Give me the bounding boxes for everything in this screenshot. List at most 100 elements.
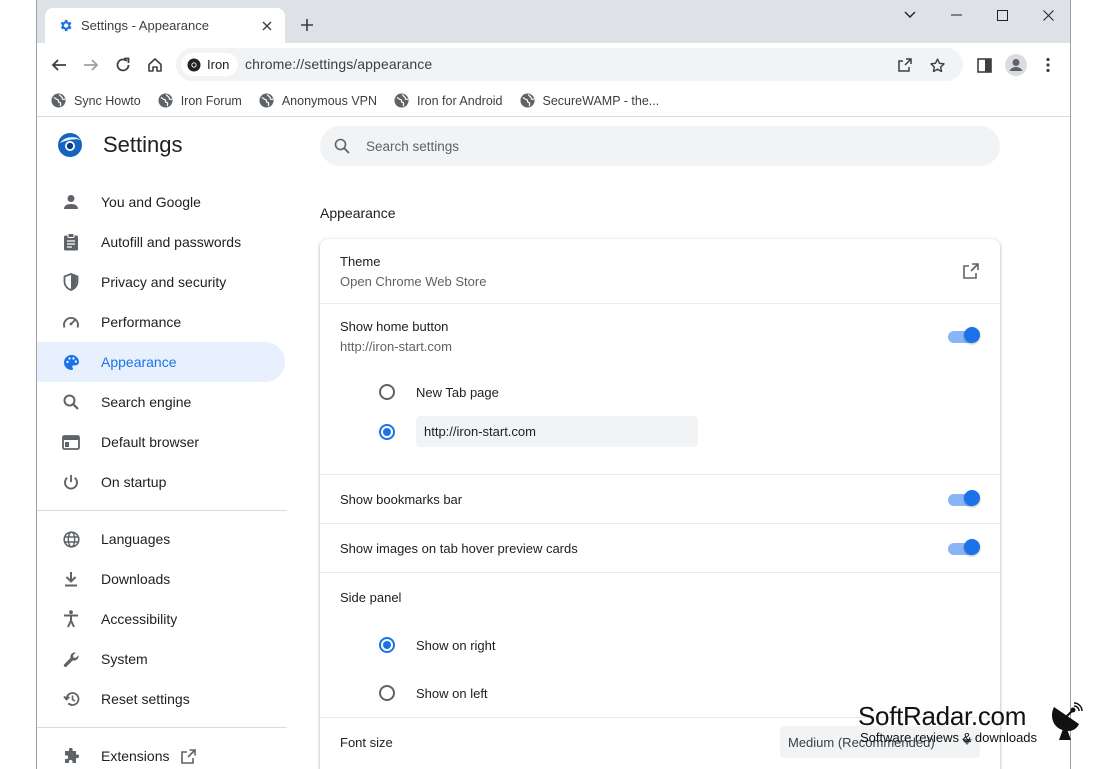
tab-strip: Settings - Appearance	[37, 0, 1070, 43]
bookmarks-bar-label: Show bookmarks bar	[340, 492, 463, 507]
sidebar-item-performance[interactable]: Performance	[37, 302, 285, 342]
sidebar-item-label: Search engine	[101, 394, 192, 410]
home-button-row: Show home button http://iron-start.com N…	[320, 304, 1000, 475]
show-on-left-radio[interactable]	[379, 685, 395, 701]
tab-settings[interactable]: Settings - Appearance	[45, 8, 285, 43]
settings-sidebar: You and Google Autofill and passwords Pr…	[37, 182, 287, 769]
hover-cards-row: Show images on tab hover preview cards	[320, 524, 1000, 573]
home-url-input[interactable]: http://iron-start.com	[416, 416, 698, 447]
new-tab-label: New Tab page	[416, 385, 499, 400]
sidebar-item-label: Privacy and security	[101, 274, 227, 290]
sidebar-item-label: On startup	[101, 474, 167, 490]
sidebar-item-label: Performance	[101, 314, 182, 330]
site-info-chip[interactable]: Iron	[181, 53, 239, 76]
bookmark-item[interactable]: Sync Howto	[51, 93, 141, 108]
home-button[interactable]	[142, 52, 168, 78]
watermark-brand: SoftRadar.com	[858, 701, 1027, 731]
sidebar-item-label: Autofill and passwords	[101, 234, 242, 250]
reset-icon	[61, 689, 81, 709]
sidebar-item-languages[interactable]: Languages	[37, 519, 285, 559]
appearance-card: Theme Open Chrome Web Store Show home bu…	[320, 239, 1000, 769]
sidebar-item-accessibility[interactable]: Accessibility	[37, 599, 285, 639]
bookmark-item[interactable]: Iron for Android	[394, 93, 503, 108]
bookmark-label: Iron for Android	[417, 93, 503, 108]
home-button-toggle[interactable]	[948, 327, 980, 344]
settings-header: Settings	[57, 132, 183, 158]
side-panel-icon[interactable]	[971, 52, 997, 78]
share-icon[interactable]	[894, 54, 916, 76]
forward-button[interactable]	[78, 52, 104, 78]
globe-icon	[61, 529, 81, 549]
maximize-button[interactable]	[979, 4, 1025, 26]
sidebar-item-label: Extensions	[101, 748, 170, 764]
globe-icon	[519, 93, 535, 108]
softradar-watermark: SoftRadar.com Software reviews & downloa…	[858, 701, 1098, 751]
browser-icon	[61, 432, 81, 452]
globe-icon	[158, 93, 173, 108]
search-icon	[61, 392, 81, 412]
bookmark-label: Iron Forum	[180, 93, 242, 108]
sidebar-item-on-startup[interactable]: On startup	[37, 462, 285, 502]
bookmarks-bar-toggle[interactable]	[948, 490, 980, 507]
person-icon	[61, 192, 81, 212]
sidebar-item-search-engine[interactable]: Search engine	[37, 382, 285, 422]
theme-row[interactable]: Theme Open Chrome Web Store	[320, 239, 1000, 304]
site-chip-label: Iron	[207, 57, 230, 72]
back-button[interactable]	[46, 52, 72, 78]
sidebar-item-reset[interactable]: Reset settings	[37, 679, 285, 719]
hover-cards-toggle[interactable]	[948, 539, 980, 556]
power-icon	[61, 472, 81, 492]
open-in-new-icon[interactable]	[963, 263, 979, 279]
open-in-new-icon	[181, 748, 197, 764]
url-text[interactable]: chrome://settings/appearance	[245, 56, 432, 72]
accessibility-icon	[61, 609, 81, 629]
home-button-subtitle: http://iron-start.com	[340, 339, 452, 354]
close-window-button[interactable]	[1025, 4, 1070, 26]
bookmark-item[interactable]: SecureWAMP - the...	[519, 93, 659, 108]
new-tab-button[interactable]	[295, 13, 319, 37]
search-input[interactable]	[366, 138, 766, 154]
sidebar-item-you-and-google[interactable]: You and Google	[37, 182, 285, 222]
theme-subtitle: Open Chrome Web Store	[340, 274, 487, 289]
bookmark-star-icon[interactable]	[926, 54, 948, 76]
iron-logo-icon	[58, 133, 82, 157]
font-size-label: Font size	[340, 735, 393, 750]
sidebar-divider	[37, 510, 287, 511]
more-menu-icon[interactable]	[1035, 52, 1061, 78]
satellite-dish-icon	[1052, 702, 1083, 740]
settings-search-box[interactable]	[320, 126, 1000, 166]
profile-avatar[interactable]	[1003, 52, 1029, 78]
sidebar-item-system[interactable]: System	[37, 639, 285, 679]
sidebar-item-extensions[interactable]: Extensions	[37, 736, 285, 769]
new-tab-radio[interactable]	[379, 384, 395, 400]
close-tab-icon[interactable]	[259, 18, 275, 34]
speedometer-icon	[61, 312, 81, 332]
wrench-icon	[61, 649, 81, 669]
toggle-knob	[964, 490, 980, 506]
search-icon	[334, 138, 350, 154]
sidebar-item-privacy[interactable]: Privacy and security	[37, 262, 285, 302]
tab-search-chevron-icon[interactable]	[887, 4, 933, 26]
theme-label: Theme	[340, 254, 381, 269]
sidebar-item-default-browser[interactable]: Default browser	[37, 422, 285, 462]
toggle-knob	[964, 539, 980, 555]
sidebar-item-label: Accessibility	[101, 611, 178, 627]
sidebar-item-label: System	[101, 651, 148, 667]
reload-button[interactable]	[110, 52, 136, 78]
minimize-button[interactable]	[933, 4, 979, 26]
watermark-tagline: Software reviews & downloads	[860, 730, 1038, 745]
bookmark-item[interactable]: Anonymous VPN	[259, 93, 377, 108]
globe-icon	[394, 93, 409, 108]
browser-window: Settings - Appearance Iron chrome://sett…	[36, 0, 1071, 769]
custom-url-radio[interactable]	[379, 424, 395, 440]
sidebar-item-autofill[interactable]: Autofill and passwords	[37, 222, 285, 262]
address-bar[interactable]: Iron chrome://settings/appearance	[176, 48, 963, 81]
bookmark-item[interactable]: Iron Forum	[158, 93, 242, 108]
sidebar-item-label: Languages	[101, 531, 171, 547]
sidebar-item-downloads[interactable]: Downloads	[37, 559, 285, 599]
side-panel-row: Side panel Show on right Show on left	[320, 573, 1000, 718]
sidebar-item-appearance[interactable]: Appearance	[37, 342, 285, 382]
palette-icon	[61, 352, 81, 372]
sidebar-item-label: Appearance	[101, 354, 177, 370]
show-on-right-radio[interactable]	[379, 637, 395, 653]
